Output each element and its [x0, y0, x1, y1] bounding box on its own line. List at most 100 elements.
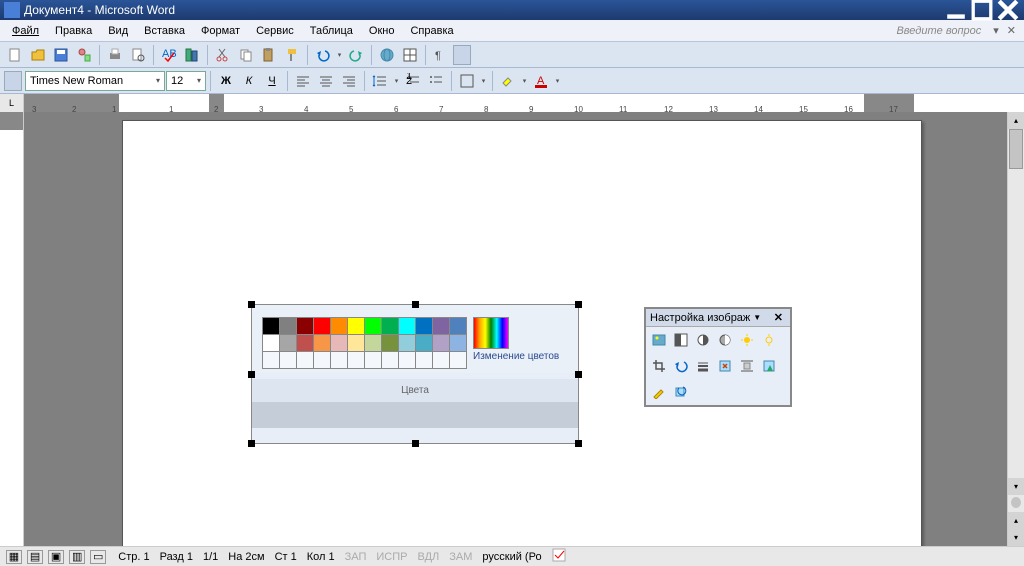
color-swatch[interactable]: [331, 335, 348, 352]
highlight-button[interactable]: [497, 70, 519, 92]
color-swatch[interactable]: [348, 318, 365, 335]
color-swatch[interactable]: [331, 352, 348, 369]
menu-edit[interactable]: Правка: [47, 23, 100, 39]
view-web-button[interactable]: ▤: [27, 550, 43, 564]
change-colors-button[interactable]: Изменение цветов: [473, 351, 559, 362]
help-search[interactable]: Введите вопрос: [829, 25, 989, 37]
view-outline-button[interactable]: ▥: [69, 550, 85, 564]
minimize-button[interactable]: [944, 2, 968, 18]
color-swatch[interactable]: [331, 318, 348, 335]
print-preview-button[interactable]: [127, 44, 149, 66]
scrollbar-vertical[interactable]: ▴ ▾ ▴ ▾: [1007, 112, 1024, 546]
highlight-dropdown[interactable]: ▾: [520, 70, 529, 92]
color-swatch[interactable]: [314, 352, 331, 369]
underline-button[interactable]: Ч: [261, 70, 283, 92]
more-brightness-button[interactable]: [737, 330, 757, 350]
align-center-button[interactable]: [315, 70, 337, 92]
transparent-color-button[interactable]: [649, 382, 669, 402]
menu-table[interactable]: Таблица: [302, 23, 361, 39]
show-formatting-button[interactable]: ¶: [430, 44, 452, 66]
hyperlink-button[interactable]: [376, 44, 398, 66]
close-button[interactable]: [996, 2, 1020, 18]
bullets-button[interactable]: [425, 70, 447, 92]
font-size-combo[interactable]: 12▾: [166, 71, 206, 91]
next-page-button[interactable]: ▾: [1008, 529, 1024, 546]
line-spacing-button[interactable]: [369, 70, 391, 92]
menu-format[interactable]: Формат: [193, 23, 248, 39]
color-swatch[interactable]: [433, 335, 450, 352]
color-swatch[interactable]: [263, 318, 280, 335]
copy-button[interactable]: [235, 44, 257, 66]
open-button[interactable]: [27, 44, 49, 66]
more-contrast-button[interactable]: [693, 330, 713, 350]
borders-dropdown[interactable]: ▾: [479, 70, 488, 92]
undo-dropdown[interactable]: ▾: [335, 44, 344, 66]
color-swatch[interactable]: [348, 335, 365, 352]
line-spacing-dropdown[interactable]: ▾: [392, 70, 401, 92]
less-contrast-button[interactable]: [715, 330, 735, 350]
color-swatch[interactable]: [450, 352, 467, 369]
view-print-button[interactable]: ▣: [48, 550, 64, 564]
text-wrapping-button[interactable]: [737, 356, 757, 376]
ruler-horizontal[interactable]: 3211234567891011121314151617: [24, 94, 1024, 112]
color-swatch[interactable]: [297, 318, 314, 335]
view-reading-button[interactable]: ▭: [90, 550, 106, 564]
menu-file[interactable]: Файл: [4, 23, 47, 39]
color-swatch[interactable]: [314, 335, 331, 352]
print-button[interactable]: [104, 44, 126, 66]
font-combo[interactable]: Times New Roman▾: [25, 71, 165, 91]
color-swatch[interactable]: [416, 335, 433, 352]
research-button[interactable]: [181, 44, 203, 66]
line-style-button[interactable]: [693, 356, 713, 376]
color-swatch[interactable]: [280, 318, 297, 335]
menu-view[interactable]: Вид: [100, 23, 136, 39]
color-swatch[interactable]: [416, 318, 433, 335]
compress-button[interactable]: [715, 356, 735, 376]
document-area[interactable]: Изменение цветов Цвета Настройка изображ…: [24, 112, 1024, 546]
tab-selector[interactable]: L: [0, 94, 24, 112]
italic-button[interactable]: К: [238, 70, 260, 92]
less-brightness-button[interactable]: [759, 330, 779, 350]
undo-button[interactable]: [312, 44, 334, 66]
style-box[interactable]: [4, 71, 22, 91]
color-swatch[interactable]: [348, 352, 365, 369]
color-swatch[interactable]: [399, 318, 416, 335]
color-gradient-icon[interactable]: [473, 317, 509, 349]
color-swatch[interactable]: [280, 352, 297, 369]
menubar-dropdown[interactable]: ▾: [989, 24, 1003, 37]
style-dropdown[interactable]: [453, 45, 471, 65]
numbering-button[interactable]: 12: [402, 70, 424, 92]
font-color-dropdown[interactable]: ▾: [553, 70, 562, 92]
bold-button[interactable]: Ж: [215, 70, 237, 92]
permissions-button[interactable]: [73, 44, 95, 66]
format-painter-button[interactable]: [281, 44, 303, 66]
menu-insert[interactable]: Вставка: [136, 23, 193, 39]
color-swatch[interactable]: [263, 352, 280, 369]
menu-tools[interactable]: Сервис: [248, 23, 302, 39]
rotate-left-button[interactable]: [671, 356, 691, 376]
color-swatch[interactable]: [297, 335, 314, 352]
color-mode-button[interactable]: [671, 330, 691, 350]
borders-button[interactable]: [456, 70, 478, 92]
crop-button[interactable]: [649, 356, 669, 376]
color-swatch[interactable]: [280, 335, 297, 352]
color-swatch[interactable]: [399, 335, 416, 352]
color-swatch[interactable]: [365, 318, 382, 335]
color-swatch[interactable]: [433, 318, 450, 335]
scroll-thumb[interactable]: [1009, 129, 1023, 169]
prev-page-button[interactable]: ▴: [1008, 512, 1024, 529]
spellcheck-button[interactable]: ABC: [158, 44, 180, 66]
doc-close-button[interactable]: ✕: [1003, 24, 1020, 37]
color-swatch[interactable]: [314, 318, 331, 335]
color-swatch[interactable]: [399, 352, 416, 369]
color-swatch[interactable]: [365, 352, 382, 369]
cut-button[interactable]: [212, 44, 234, 66]
redo-button[interactable]: [345, 44, 367, 66]
picture-toolbar-dropdown[interactable]: ▼: [753, 313, 761, 322]
color-swatch[interactable]: [450, 318, 467, 335]
tables-borders-button[interactable]: [399, 44, 421, 66]
font-color-button[interactable]: A: [530, 70, 552, 92]
browse-object-button[interactable]: [1011, 497, 1021, 508]
color-swatch[interactable]: [382, 352, 399, 369]
insert-picture-button[interactable]: [649, 330, 669, 350]
